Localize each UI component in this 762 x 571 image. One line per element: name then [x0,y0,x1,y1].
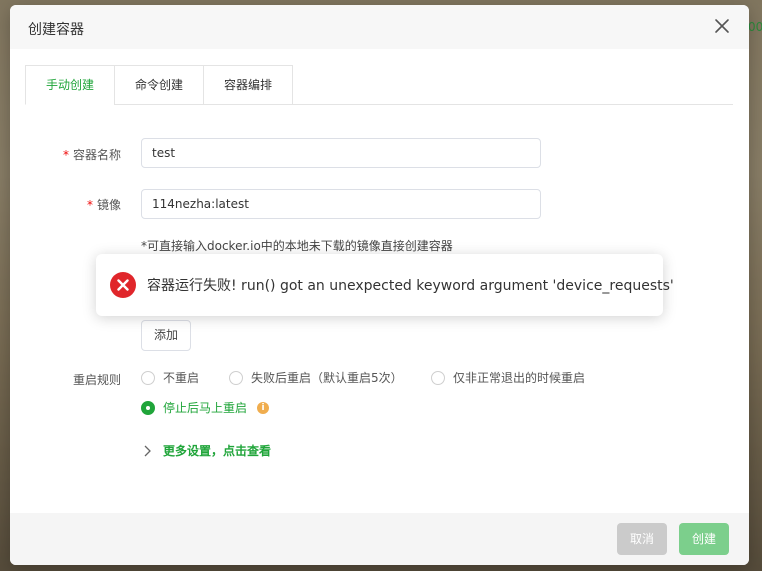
dialog-title: 创建容器 [28,22,84,38]
radio-button[interactable] [141,370,155,385]
error-icon [110,272,136,298]
radio-button-checked[interactable] [141,400,155,415]
tab-command-create[interactable]: 命令创建 [114,65,204,105]
tab-manual-create[interactable]: 手动创建 [25,65,115,105]
dialog-footer: 取消 创建 [10,513,749,565]
image-label: * 镜像 [86,198,121,212]
radio-button[interactable] [229,370,243,385]
container-name-label: * 容器名称 [62,148,121,162]
error-message: 容器运行失败! run() got an unexpected keyword … [147,278,674,294]
tab-container-compose[interactable]: 容器编排 [203,65,293,105]
error-toast: 容器运行失败! run() got an unexpected keyword … [96,254,674,316]
more-settings-toggle[interactable]: 更多设置，点击查看 [143,442,271,459]
background-clock-fragment: 00 [748,20,762,34]
close-icon[interactable] [713,17,731,35]
restart-option-on-failure[interactable]: 失败后重启（默认重启5次） [229,369,403,386]
container-name-input[interactable]: test [141,138,541,168]
required-mark: * [86,198,93,212]
restart-policy-label: 重启规则 [72,373,121,387]
restart-option-always[interactable]: 停止后马上重启 i [141,399,270,416]
required-mark: * [62,148,69,162]
radio-button[interactable] [431,370,445,385]
creation-mode-tabs: 手动创建 命令创建 容器编排 [25,65,733,105]
restart-option-abnormal-exit[interactable]: 仅非正常退出的时候重启 [431,369,585,386]
create-button[interactable]: 创建 [679,523,729,555]
image-input[interactable]: 114nezha:latest [141,189,541,219]
restart-option-no[interactable]: 不重启 [141,369,199,386]
image-hint: *可直接输入docker.io中的本地未下载的镜像直接创建容器 [141,239,453,253]
cancel-button[interactable]: 取消 [617,523,667,555]
more-settings-label: 更多设置，点击查看 [163,444,272,458]
chevron-right-icon [144,445,151,456]
dialog-header: 创建容器 [10,5,749,49]
add-button[interactable]: 添加 [141,320,191,351]
info-icon[interactable]: i [257,401,270,414]
